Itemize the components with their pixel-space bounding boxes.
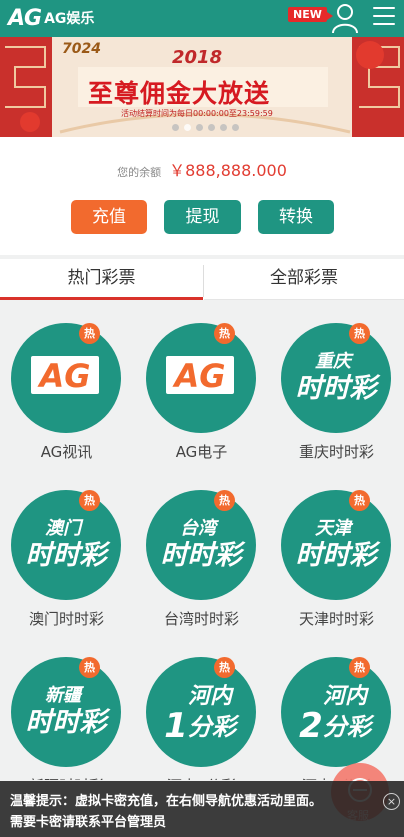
hot-badge: 热: [349, 490, 370, 511]
game-logo-icon: 台湾时时彩: [161, 518, 247, 571]
game-logo-top-text: 重庆: [315, 351, 354, 372]
game-logo-icon: 河内1 分彩: [164, 684, 240, 746]
game-logo-icon: 新疆时时彩: [26, 685, 112, 738]
tab-all-lottery[interactable]: 全部彩票: [204, 259, 404, 300]
banner-title: 至尊佣金大放送: [88, 79, 271, 108]
hamburger-menu-icon[interactable]: [373, 7, 395, 27]
tab-hot-lottery[interactable]: 热门彩票: [0, 259, 203, 300]
lottery-tabs: 热门彩票 全部彩票: [0, 259, 404, 300]
game-logo-icon: 重庆时时彩: [296, 351, 382, 404]
logo-text: AG娱乐: [44, 11, 95, 27]
notice-bar: 温馨提示：虚拟卡密充值，在右侧导航优惠活动里面。 需要卡密请联系平台管理员: [0, 781, 404, 837]
logo-mark: AG: [8, 5, 42, 31]
transfer-button[interactable]: 转换: [258, 200, 334, 234]
hot-badge: 热: [214, 323, 235, 344]
game-logo-bottom-text: 时时彩: [161, 540, 247, 571]
game-card[interactable]: 天津 时时彩 热天津时时彩: [270, 467, 404, 632]
game-logo-bottom-text: 时时彩: [296, 540, 382, 571]
game-label: 台湾时时彩: [163, 610, 239, 628]
hot-badge: 热: [214, 490, 235, 511]
close-icon[interactable]: ×: [383, 793, 400, 810]
withdraw-button[interactable]: 提现: [164, 200, 241, 234]
game-logo-icon: 河内2 分彩: [299, 684, 375, 746]
user-icon[interactable]: [331, 2, 359, 34]
game-logo-top-text: 新疆: [45, 685, 85, 706]
game-logo-icon: AG: [31, 356, 99, 395]
game-label: 河内1分彩: [135, 775, 268, 780]
game-logo-bottom-text: 时时彩: [296, 373, 382, 404]
game-logo-text: AG: [36, 357, 90, 395]
game-logo-bottom-text: 时时彩: [26, 707, 112, 738]
game-logo-bottom-text: 时时彩: [26, 540, 112, 571]
game-grid: AG 热 AG视讯 AG 热 AG电子 重庆 时时彩热重庆时时彩 澳门 时时彩热澳门时时彩 台湾 时时…: [0, 300, 404, 780]
game-logo-icon: 澳门时时彩: [26, 518, 112, 571]
game-label: 天津时时彩: [298, 610, 374, 628]
game-logo-top-text: 河内: [323, 684, 370, 709]
new-badge: NEW: [288, 7, 333, 22]
game-card[interactable]: AG 热 AG视讯: [0, 300, 135, 465]
hot-badge: 热: [79, 657, 100, 678]
game-label: AG视讯: [40, 443, 93, 461]
carousel-dot-active[interactable]: [184, 124, 191, 131]
carousel-dot[interactable]: [208, 124, 215, 131]
banner-corner-text: 7024: [62, 41, 101, 57]
top-bar: AG AG娱乐 NEW: [0, 0, 404, 37]
game-logo-top-text: 澳门: [45, 518, 84, 539]
app-logo[interactable]: AG AG娱乐: [8, 3, 94, 33]
game-card[interactable]: 河内2分彩 热河内2分彩: [270, 634, 404, 780]
balance-line: 您的余额 ￥888,888.000: [0, 157, 404, 181]
game-label: 重庆时时彩: [298, 443, 374, 461]
hot-badge: 热: [79, 490, 100, 511]
game-card[interactable]: 新疆时时彩 热新疆时时彩: [0, 634, 135, 780]
game-label: 澳门时时彩: [28, 610, 104, 628]
game-logo-icon: AG: [166, 356, 234, 395]
hot-badge: 热: [349, 323, 370, 344]
carousel-dot[interactable]: [172, 124, 179, 131]
banner-year: 2018: [172, 47, 223, 68]
game-logo-top-text: 河内: [188, 684, 235, 709]
game-logo-text: AG: [171, 357, 225, 395]
carousel-dot[interactable]: [232, 124, 239, 131]
game-card[interactable]: 澳门 时时彩 热澳门时时彩: [0, 467, 135, 632]
promo-banner[interactable]: 7024 2018 至尊佣金大放送 活动结算时间为每日00:00:00至23:5…: [0, 37, 404, 137]
hot-badge: 热: [214, 657, 235, 678]
notice-line-1: 温馨提示：虚拟卡密充值，在右侧导航优惠活动里面。: [10, 794, 323, 809]
game-card[interactable]: 重庆 时时彩 热重庆时时彩: [270, 300, 404, 465]
carousel-dot[interactable]: [220, 124, 227, 131]
carousel-dots: [172, 124, 239, 131]
balance-panel: 您的余额 ￥888,888.000 充值 提现 转换: [0, 137, 404, 255]
game-card[interactable]: 河内1分彩 热河内1分彩: [135, 634, 270, 780]
game-logo-icon: 天津时时彩: [296, 518, 382, 571]
hot-badge: 热: [79, 323, 100, 344]
notice-line-2: 需要卡密请联系平台管理员: [10, 815, 167, 830]
game-logo-number: 1: [164, 706, 188, 746]
hot-badge: 热: [349, 657, 370, 678]
banner-subtitle: 活动结算时间为每日00:00:00至23:59:59: [121, 109, 273, 118]
carousel-dot[interactable]: [196, 124, 203, 131]
game-card[interactable]: 台湾 时时彩 热台湾时时彩: [135, 467, 270, 632]
balance-amount: ￥888,888.000: [169, 161, 287, 180]
game-logo-bottom-text: 分彩: [188, 713, 240, 741]
game-label: 新疆时时彩: [0, 775, 133, 780]
game-card[interactable]: AG 热 AG电子: [135, 300, 270, 465]
balance-label: 您的余额: [117, 166, 162, 179]
game-logo-number: 2: [299, 706, 323, 746]
game-logo-bottom-text: 分彩: [323, 713, 375, 741]
game-logo-top-text: 台湾: [180, 518, 219, 539]
game-logo-top-text: 天津: [315, 518, 354, 539]
recharge-button[interactable]: 充值: [71, 200, 147, 234]
game-label: AG电子: [175, 443, 228, 461]
